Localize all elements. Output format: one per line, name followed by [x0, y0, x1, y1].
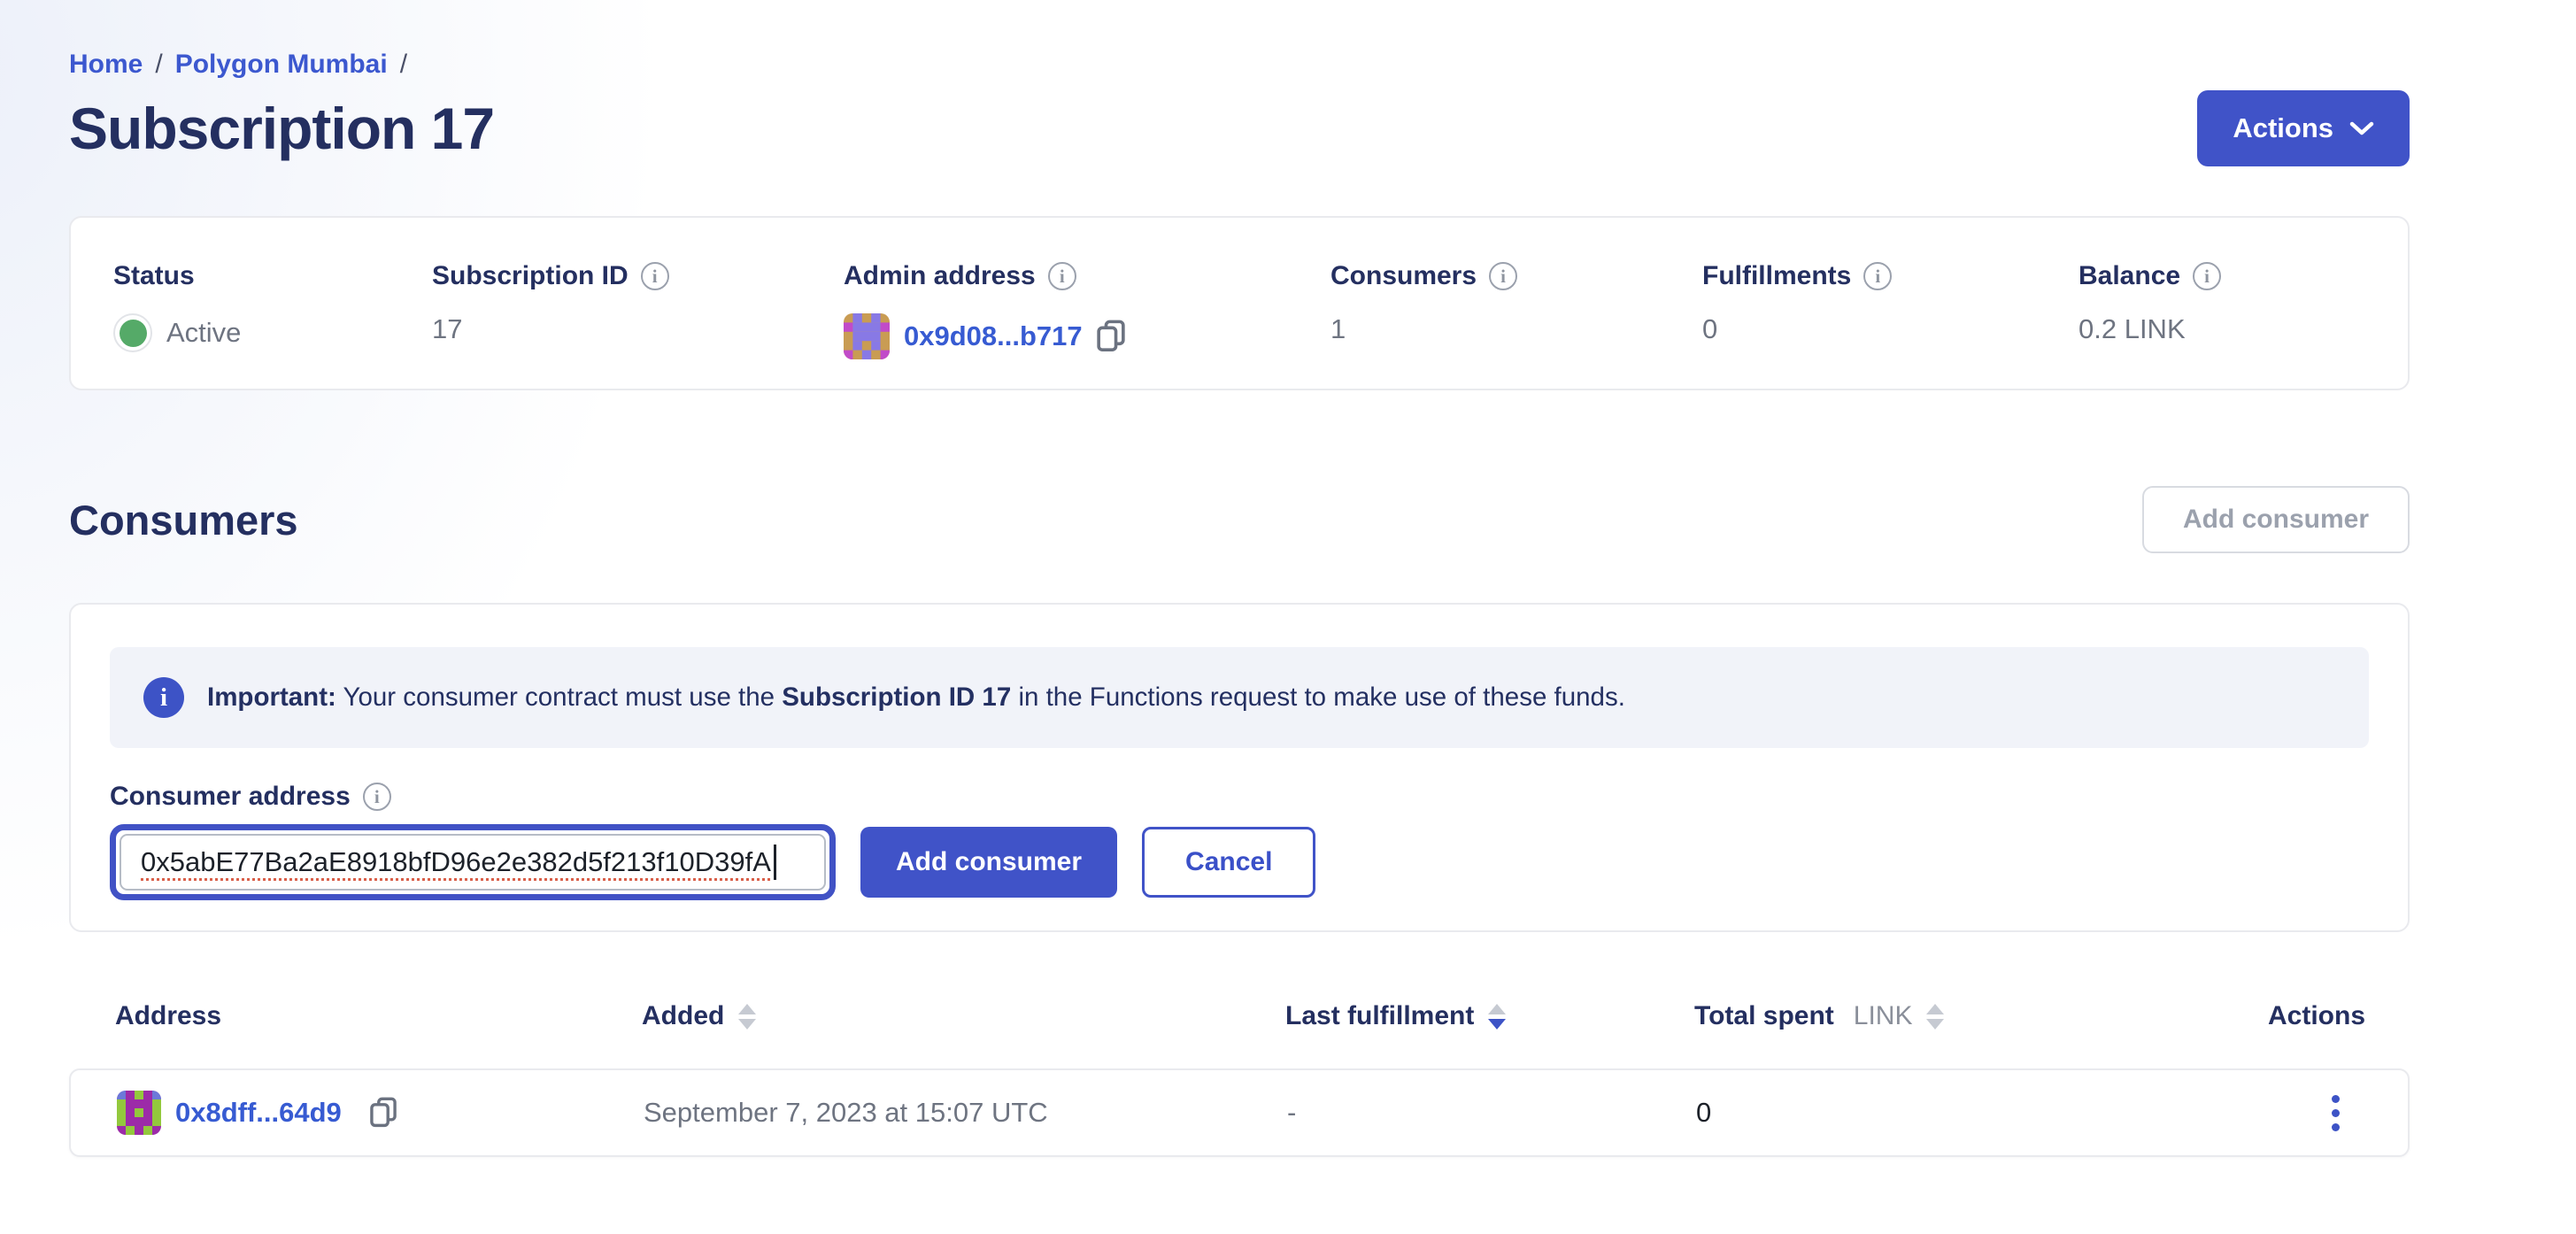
consumer-address-label-row: Consumer address i [110, 782, 2369, 812]
row-address-cell: 0x8dff...64d9 [117, 1091, 644, 1135]
status-value: Active [166, 317, 241, 349]
breadcrumb-link-network[interactable]: Polygon Mumbai [175, 50, 388, 80]
balance-label: Balance [2079, 261, 2180, 291]
subscription-summary-card: Status Active Subscription ID i 17 Admin … [69, 216, 2410, 390]
column-header-added: Added [642, 1001, 1285, 1031]
breadcrumb-link-home[interactable]: Home [69, 50, 143, 80]
summary-status: Status Active [113, 258, 432, 389]
banner-text-before: Your consumer contract must use the [336, 683, 782, 712]
page-title: Subscription 17 [69, 95, 494, 162]
add-consumer-form-row: 0x5abE77Ba2aE8918bfD96e2e382d5f213f10D39… [110, 824, 2369, 900]
column-header-last-fulfillment: Last fulfillment [1285, 1001, 1694, 1031]
info-icon[interactable]: i [363, 783, 391, 811]
summary-consumers: Consumers i 1 [1330, 258, 1702, 389]
title-row: Subscription 17 Actions [69, 90, 2410, 166]
actions-button[interactable]: Actions [2197, 90, 2410, 166]
consumer-address-input[interactable]: 0x5abE77Ba2aE8918bfD96e2e382d5f213f10D39… [110, 824, 836, 900]
banner-text: Important: Your consumer contract must u… [207, 683, 1625, 713]
consumer-address-input-value: 0x5abE77Ba2aE8918bfD96e2e382d5f213f10D39… [141, 846, 771, 878]
balance-value: 0.2 LINK [2079, 313, 2186, 345]
fulfillments-value: 0 [1702, 313, 1717, 345]
consumer-address-avatar [117, 1091, 161, 1135]
consumers-heading: Consumers [69, 496, 298, 544]
summary-subscription-id: Subscription ID i 17 [432, 258, 844, 389]
row-added-cell: September 7, 2023 at 15:07 UTC [644, 1097, 1287, 1129]
add-consumer-submit-button[interactable]: Add consumer [860, 827, 1117, 898]
text-cursor [774, 845, 776, 880]
column-header-address: Address [115, 1001, 642, 1031]
add-consumer-button-disabled[interactable]: Add consumer [2142, 486, 2410, 553]
table-row: 0x8dff...64d9 September 7, 2023 at 15:07… [69, 1068, 2410, 1157]
info-icon[interactable]: i [1863, 262, 1892, 290]
row-last-fulfillment-cell: - [1287, 1097, 1696, 1129]
important-info-banner: i Important: Your consumer contract must… [110, 647, 2369, 748]
subscription-id-value: 17 [432, 313, 462, 345]
summary-fulfillments: Fulfillments i 0 [1702, 258, 2079, 389]
row-actions-menu-button[interactable] [2326, 1090, 2345, 1137]
copy-icon[interactable] [1095, 318, 1127, 355]
add-consumer-card: i Important: Your consumer contract must… [69, 603, 2410, 932]
subscription-id-label: Subscription ID [432, 261, 629, 291]
banner-highlight: Subscription ID 17 [782, 683, 1011, 712]
summary-admin-address: Admin address i 0x9d08...b717 [844, 258, 1330, 389]
copy-icon[interactable] [368, 1095, 398, 1130]
info-icon[interactable]: i [1489, 262, 1517, 290]
column-header-total-spent: Total spent LINK [1694, 1001, 2268, 1031]
sort-last-fulfillment-button[interactable] [1488, 1004, 1506, 1030]
row-total-spent-cell: 0 [1696, 1097, 2270, 1129]
status-label: Status [113, 261, 195, 291]
consumers-value: 1 [1330, 313, 1346, 345]
actions-button-label: Actions [2233, 112, 2333, 144]
consumer-address-link[interactable]: 0x8dff...64d9 [175, 1097, 342, 1129]
total-spent-unit: LINK [1854, 1001, 1913, 1031]
cancel-button[interactable]: Cancel [1142, 827, 1315, 898]
status-ring [113, 313, 152, 352]
info-icon[interactable]: i [2193, 262, 2221, 290]
sort-added-button[interactable] [738, 1004, 756, 1030]
consumers-section-header: Consumers Add consumer [69, 486, 2410, 553]
banner-bold: Important: [207, 683, 336, 712]
page-container: Home / Polygon Mumbai / Subscription 17 … [69, 0, 2410, 1157]
breadcrumb-separator: / [155, 50, 162, 80]
column-header-actions: Actions [2268, 1001, 2365, 1031]
banner-text-after: in the Functions request to make use of … [1011, 683, 1625, 712]
admin-address-link[interactable]: 0x9d08...b717 [904, 320, 1083, 352]
consumers-label: Consumers [1330, 261, 1477, 291]
admin-address-avatar [844, 313, 890, 359]
status-dot-active [120, 320, 147, 347]
summary-balance: Balance i 0.2 LINK [2079, 258, 2365, 389]
admin-address-label: Admin address [844, 261, 1036, 291]
chevron-down-icon [2349, 120, 2374, 136]
info-circle-icon: i [143, 677, 184, 718]
breadcrumb-separator: / [400, 50, 407, 80]
info-icon[interactable]: i [1048, 262, 1076, 290]
breadcrumb: Home / Polygon Mumbai / [69, 50, 2410, 80]
row-actions-cell [2270, 1090, 2362, 1137]
fulfillments-label: Fulfillments [1702, 261, 1851, 291]
info-icon[interactable]: i [641, 262, 669, 290]
sort-total-spent-button[interactable] [1926, 1004, 1944, 1030]
consumers-table-header: Address Added Last fulfillment Total spe… [69, 998, 2410, 1035]
consumer-address-label: Consumer address [110, 782, 351, 812]
